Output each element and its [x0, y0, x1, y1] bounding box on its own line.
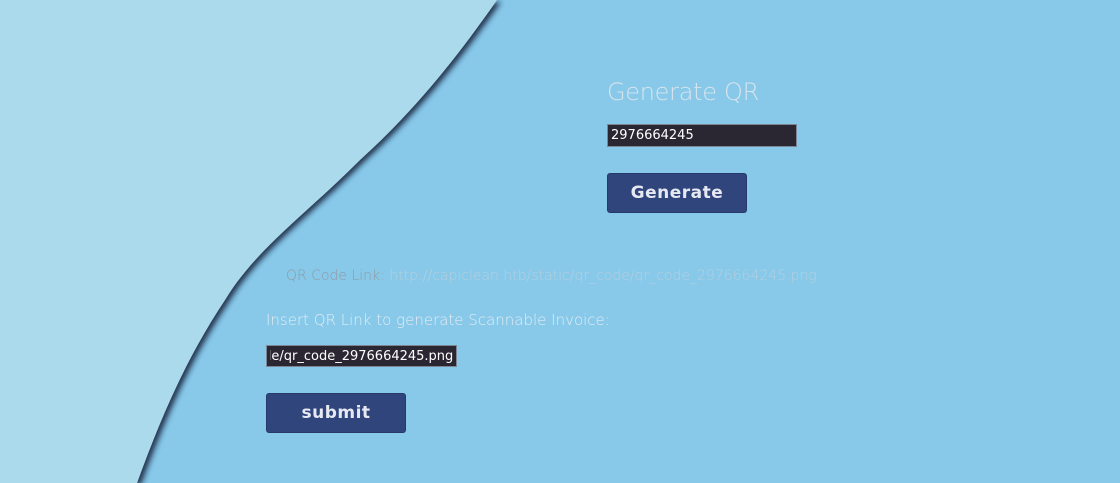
page: Generate QR Generate QR Code Link: http:…	[0, 0, 1120, 483]
background-wave	[0, 0, 497, 483]
generate-qr-title: Generate QR	[607, 78, 759, 106]
qr-code-link-line: QR Code Link: http://capiclean.htb/stati…	[286, 268, 817, 284]
id-input[interactable]	[607, 124, 797, 147]
qr-code-link-label: QR Code Link:	[286, 268, 385, 284]
qr-link-input[interactable]	[266, 345, 457, 367]
wave-shape	[0, 0, 497, 483]
generate-button[interactable]: Generate	[607, 173, 747, 213]
insert-qr-link-label: Insert QR Link to generate Scannable Inv…	[266, 311, 610, 329]
qr-code-link-url[interactable]: http://capiclean.htb/static/qr_code/qr_c…	[389, 268, 816, 284]
submit-button[interactable]: submit	[266, 393, 406, 433]
